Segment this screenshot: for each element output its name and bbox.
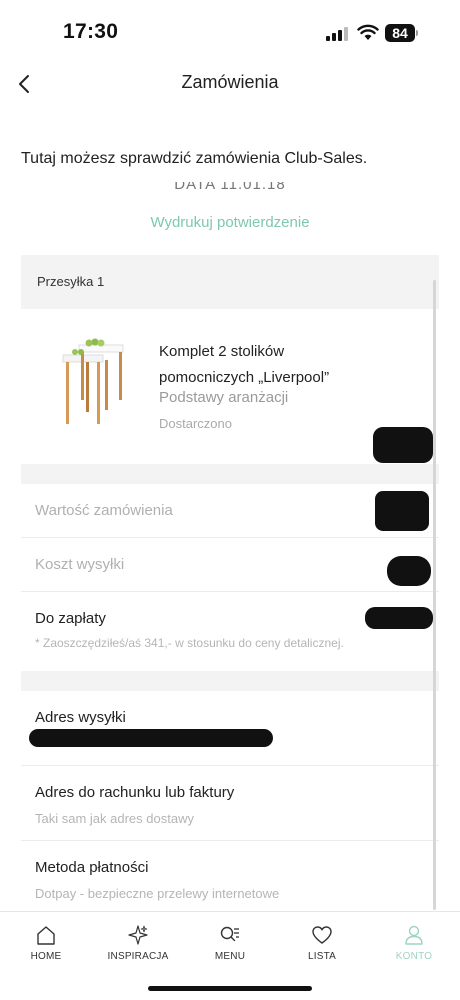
product-status: Dostarczono: [159, 416, 232, 431]
payment-method-row[interactable]: Metoda płatności Dotpay - bezpieczne prz…: [21, 841, 439, 916]
product-image: [62, 338, 124, 424]
payment-method-label: Metoda płatności: [35, 859, 149, 876]
product-item[interactable]: Komplet 2 stolików pomocniczych „Liverpo…: [21, 309, 439, 464]
redacted-price: [373, 427, 433, 463]
page-title: Zamówienia: [181, 72, 279, 92]
battery-icon: 84: [385, 24, 415, 42]
section-divider: [21, 671, 439, 691]
shipment-title: Przesyłka 1: [37, 274, 105, 289]
status-time: 17:30: [63, 20, 119, 43]
nav-bar: Zamówienia: [0, 64, 460, 104]
redacted-to-pay: [365, 607, 433, 629]
product-name: Komplet 2 stolików pomocniczych „Liverpo…: [159, 343, 330, 386]
tab-konto[interactable]: KONTO: [374, 924, 454, 962]
tab-home[interactable]: HOME: [6, 924, 86, 962]
tab-menu[interactable]: MENU: [190, 924, 270, 962]
wifi-icon: [357, 24, 379, 40]
to-pay-label: Do zapłaty: [35, 610, 106, 627]
payment-method-value: Dotpay - bezpieczne przelewy internetowe: [35, 886, 280, 901]
tab-konto-label: KONTO: [395, 951, 433, 962]
sparkle-icon: [128, 925, 148, 945]
person-icon: [405, 925, 423, 945]
tab-lista[interactable]: LISTA: [282, 924, 362, 962]
redacted-shipping-address: [29, 729, 273, 747]
shipping-cost-row: Koszt wysyłki: [21, 538, 439, 592]
status-bar: 17:30 84: [0, 0, 460, 64]
tab-home-label: HOME: [30, 951, 62, 962]
print-confirmation-link[interactable]: Wydrukuj potwierdzenie: [0, 214, 460, 231]
battery-tip: [416, 30, 418, 36]
home-indicator: [148, 986, 312, 991]
intro-text: Tutaj możesz sprawdzić zamówienia Club-S…: [21, 150, 368, 167]
order-date: DATA 11.01.18: [0, 182, 460, 196]
shipping-address-row[interactable]: Adres wysyłki: [21, 691, 439, 766]
shipping-cost-label: Koszt wysyłki: [35, 556, 125, 573]
heart-icon: [312, 926, 332, 944]
scrollbar[interactable]: [433, 280, 436, 910]
home-icon: [37, 926, 55, 945]
billing-address-row[interactable]: Adres do rachunku lub faktury Taki sam j…: [21, 766, 439, 841]
order-value-row: Wartość zamówienia: [21, 484, 439, 538]
redacted-shipping-cost: [387, 556, 431, 586]
shipping-address-label: Adres wysyłki: [35, 709, 126, 726]
order-date-value: DATA 11.01.18: [174, 182, 286, 193]
order-value-label: Wartość zamówienia: [35, 502, 173, 519]
menu-search-icon: [220, 926, 239, 942]
tab-inspiracja[interactable]: INSPIRACJA: [98, 924, 178, 962]
redacted-order-value: [375, 491, 429, 531]
billing-address-label: Adres do rachunku lub faktury: [35, 784, 235, 801]
product-category: Podstawy aranżacji: [159, 389, 289, 406]
savings-note: * Zaoszczędziłeś/aś 341,- w stosunku do …: [35, 636, 344, 650]
section-divider: [21, 464, 439, 484]
shipment-header: Przesyłka 1: [21, 255, 439, 309]
tab-menu-label: MENU: [214, 951, 246, 962]
cellular-signal-icon: [326, 27, 348, 41]
billing-address-value: Taki sam jak adres dostawy: [35, 811, 194, 826]
tab-inspiracja-label: INSPIRACJA: [107, 951, 169, 962]
tab-lista-label: LISTA: [307, 951, 337, 962]
